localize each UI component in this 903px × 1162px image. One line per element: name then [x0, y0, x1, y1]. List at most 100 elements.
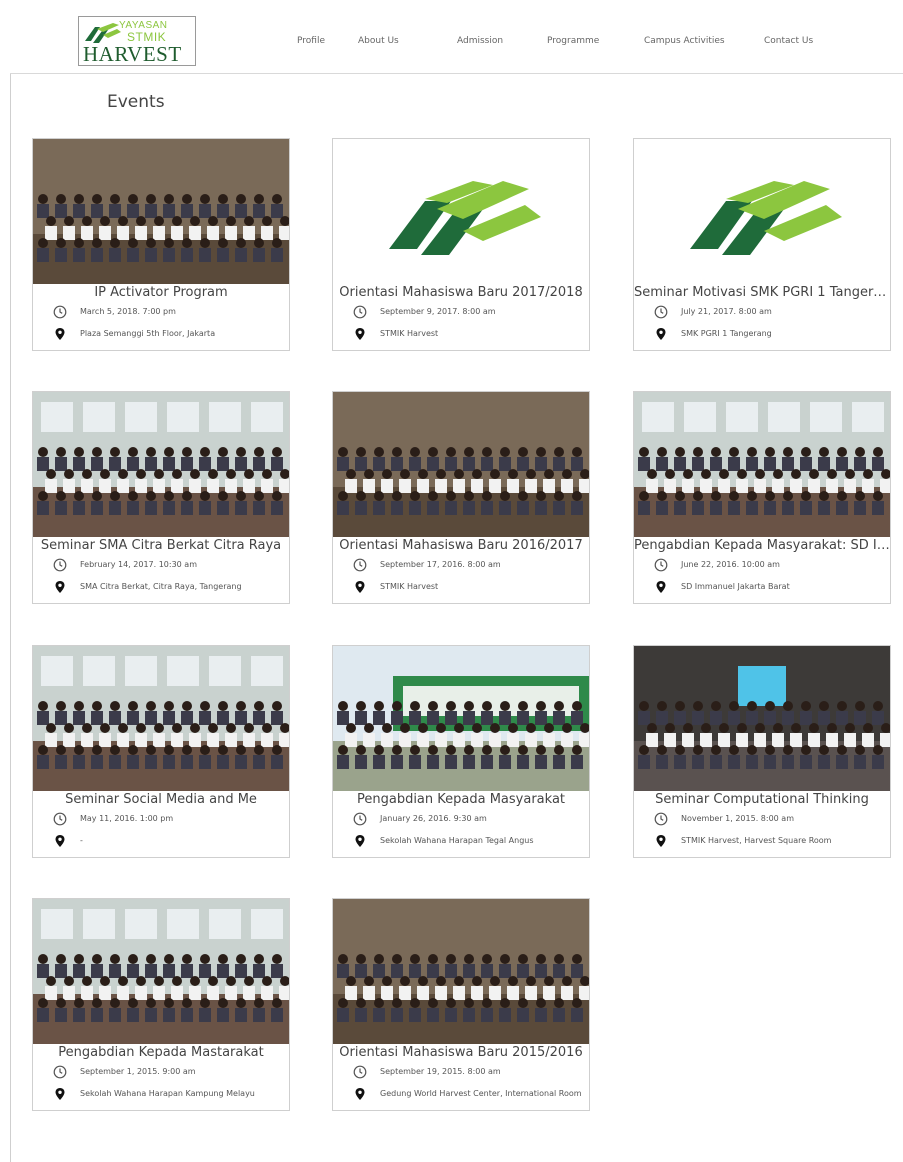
- event-location: STMIK Harvest: [380, 329, 439, 338]
- nav-admission[interactable]: Admission: [457, 36, 503, 46]
- map-pin-icon: [654, 580, 668, 594]
- event-title[interactable]: Orientasi Mahasiswa Baru 2017/2018: [333, 285, 589, 300]
- map-pin-icon: [53, 580, 67, 594]
- clock-icon: [353, 558, 367, 572]
- event-location: Plaza Semanggi 5th Floor, Jakarta: [80, 329, 216, 338]
- event-date-row: September 1, 2015. 9:00 am: [53, 1065, 283, 1079]
- nav-profile[interactable]: Profile: [297, 36, 325, 46]
- event-date: January 26, 2016. 9:30 am: [380, 814, 487, 823]
- event-card[interactable]: IP Activator Program March 5, 2018. 7:00 …: [32, 138, 290, 351]
- nav-about-us[interactable]: About Us: [358, 36, 399, 46]
- clock-icon: [53, 812, 67, 826]
- event-title[interactable]: Pengabdian Kepada Masyarakat: [333, 792, 589, 807]
- event-title[interactable]: Seminar Social Media and Me: [33, 792, 289, 807]
- event-image[interactable]: [333, 646, 589, 791]
- event-location-row: SMA Citra Berkat, Citra Raya, Tangerang: [53, 580, 283, 594]
- nav-campus-activities[interactable]: Campus Activities: [644, 36, 725, 46]
- event-location: Sekolah Wahana Harapan Kampung Melayu: [80, 1089, 255, 1098]
- logo-text-harvest: HARVEST: [83, 42, 182, 66]
- event-date-row: September 17, 2016. 8:00 am: [353, 558, 583, 572]
- event-location-row: Sekolah Wahana Harapan Tegal Angus: [353, 834, 583, 848]
- event-title[interactable]: Orientasi Mahasiswa Baru 2016/2017: [333, 538, 589, 553]
- clock-icon: [53, 1065, 67, 1079]
- event-card[interactable]: Pengabdian Kepada Masyarakat: SD Im... Ju…: [633, 391, 891, 604]
- event-image[interactable]: [33, 392, 289, 537]
- event-date-row: May 11, 2016. 1:00 pm: [53, 812, 283, 826]
- nav-programme[interactable]: Programme: [547, 36, 599, 46]
- event-title[interactable]: Pengabdian Kepada Masyarakat: SD Im...: [634, 538, 890, 553]
- event-date: March 5, 2018. 7:00 pm: [80, 307, 176, 316]
- event-image[interactable]: [33, 139, 289, 284]
- event-title[interactable]: Seminar Motivasi SMK PGRI 1 Tangerang: [634, 285, 890, 300]
- clock-icon: [654, 305, 668, 319]
- event-image-logo[interactable]: [333, 139, 589, 284]
- event-location: Sekolah Wahana Harapan Tegal Angus: [380, 836, 534, 845]
- event-date-row: January 26, 2016. 9:30 am: [353, 812, 583, 826]
- event-date-row: March 5, 2018. 7:00 pm: [53, 305, 283, 319]
- clock-icon: [353, 1065, 367, 1079]
- event-date-row: September 9, 2017. 8:00 am: [353, 305, 583, 319]
- event-card[interactable]: Seminar SMA Citra Berkat Citra Raya Febru…: [32, 391, 290, 604]
- event-date-row: July 21, 2017. 8:00 am: [654, 305, 884, 319]
- event-date: July 21, 2017. 8:00 am: [681, 307, 772, 316]
- event-date-row: June 22, 2016. 10:00 am: [654, 558, 884, 572]
- map-pin-icon: [353, 1087, 367, 1101]
- map-pin-icon: [53, 327, 67, 341]
- event-title[interactable]: IP Activator Program: [33, 285, 289, 300]
- clock-icon: [353, 305, 367, 319]
- event-card[interactable]: Seminar Motivasi SMK PGRI 1 Tangerang Jul…: [633, 138, 891, 351]
- map-pin-icon: [353, 580, 367, 594]
- event-location: SMK PGRI 1 Tangerang: [681, 329, 772, 338]
- event-location-row: SD Immanuel Jakarta Barat: [654, 580, 884, 594]
- event-location: STMIK Harvest: [380, 582, 439, 591]
- event-location-row: STMIK Harvest: [353, 580, 583, 594]
- clock-icon: [53, 558, 67, 572]
- event-card[interactable]: Pengabdian Kepada Mastarakat September 1,…: [32, 898, 290, 1111]
- event-date: June 22, 2016. 10:00 am: [681, 560, 780, 569]
- event-card[interactable]: Orientasi Mahasiswa Baru 2016/2017 Septem…: [332, 391, 590, 604]
- event-image[interactable]: [634, 392, 890, 537]
- event-image-logo[interactable]: [634, 139, 890, 284]
- event-image[interactable]: [33, 646, 289, 791]
- event-date-row: September 19, 2015. 8:00 am: [353, 1065, 583, 1079]
- map-pin-icon: [353, 834, 367, 848]
- event-card[interactable]: Seminar Social Media and Me May 11, 2016.…: [32, 645, 290, 858]
- event-location-row: Plaza Semanggi 5th Floor, Jakarta: [53, 327, 283, 341]
- event-date: September 17, 2016. 8:00 am: [380, 560, 501, 569]
- clock-icon: [654, 558, 668, 572]
- site-logo[interactable]: YAYASAN STMIK HARVEST: [78, 16, 196, 66]
- event-title[interactable]: Seminar Computational Thinking: [634, 792, 890, 807]
- event-date: November 1, 2015. 8:00 am: [681, 814, 794, 823]
- event-location: SMA Citra Berkat, Citra Raya, Tangerang: [80, 582, 242, 591]
- map-pin-icon: [353, 327, 367, 341]
- section-title: Events: [107, 92, 165, 112]
- event-location-row: -: [53, 834, 283, 848]
- event-date-row: November 1, 2015. 8:00 am: [654, 812, 884, 826]
- event-location-row: Sekolah Wahana Harapan Kampung Melayu: [53, 1087, 283, 1101]
- event-location-row: STMIK Harvest, Harvest Square Room: [654, 834, 884, 848]
- event-date-row: February 14, 2017. 10:30 am: [53, 558, 283, 572]
- event-card[interactable]: Orientasi Mahasiswa Baru 2017/2018 Septem…: [332, 138, 590, 351]
- event-title[interactable]: Pengabdian Kepada Mastarakat: [33, 1045, 289, 1060]
- event-location: STMIK Harvest, Harvest Square Room: [681, 836, 832, 845]
- map-pin-icon: [654, 834, 668, 848]
- clock-icon: [53, 305, 67, 319]
- event-image[interactable]: [333, 392, 589, 537]
- event-title[interactable]: Seminar SMA Citra Berkat Citra Raya: [33, 538, 289, 553]
- event-card[interactable]: Pengabdian Kepada Masyarakat January 26, …: [332, 645, 590, 858]
- map-pin-icon: [53, 1087, 67, 1101]
- event-date: May 11, 2016. 1:00 pm: [80, 814, 174, 823]
- event-image[interactable]: [33, 899, 289, 1044]
- map-pin-icon: [53, 834, 67, 848]
- event-title[interactable]: Orientasi Mahasiswa Baru 2015/2016: [333, 1045, 589, 1060]
- event-location: Gedung World Harvest Center, Internation…: [380, 1089, 582, 1098]
- event-location: -: [80, 836, 83, 845]
- event-image[interactable]: [333, 899, 589, 1044]
- event-card[interactable]: Orientasi Mahasiswa Baru 2015/2016 Septem…: [332, 898, 590, 1111]
- event-date: September 19, 2015. 8:00 am: [380, 1067, 501, 1076]
- event-card[interactable]: Seminar Computational Thinking November 1…: [633, 645, 891, 858]
- event-image[interactable]: [634, 646, 890, 791]
- clock-icon: [353, 812, 367, 826]
- nav-contact-us[interactable]: Contact Us: [764, 36, 813, 46]
- map-pin-icon: [654, 327, 668, 341]
